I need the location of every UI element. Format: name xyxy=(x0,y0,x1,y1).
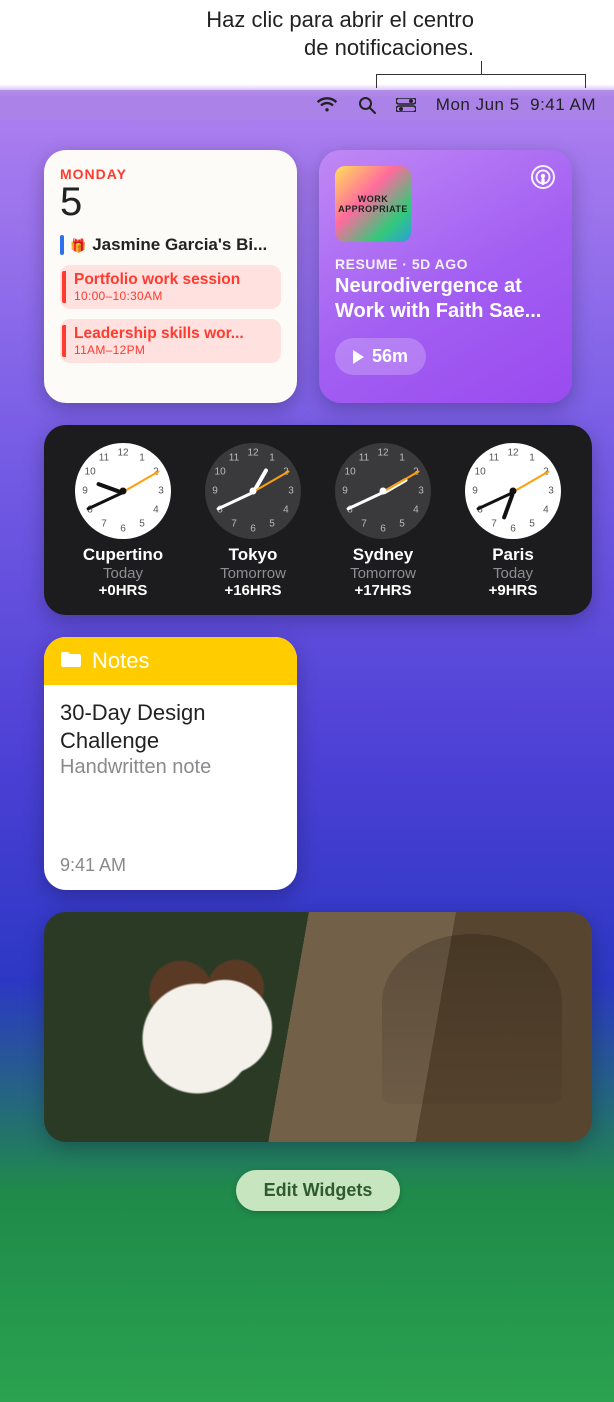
city-name: Cupertino xyxy=(63,545,183,565)
wifi-icon[interactable] xyxy=(316,97,338,113)
note-subtitle: Handwritten note xyxy=(60,756,281,779)
calendar-day-number: 5 xyxy=(60,180,281,225)
menubar-date: Mon Jun 5 xyxy=(436,95,520,114)
clock-face: 121234567891011 xyxy=(335,443,431,539)
annotation-line1: Haz clic para abrir el centro xyxy=(0,6,474,34)
city-day: Today xyxy=(63,565,183,582)
city-offset: +17HRS xyxy=(323,582,443,599)
folder-icon xyxy=(60,648,82,674)
world-clock-city: 121234567891011 SydneyTomorrow+17HRS xyxy=(323,443,443,599)
note-timestamp: 9:41 AM xyxy=(60,855,281,876)
world-clock-city: 121234567891011 CupertinoToday+0HRS xyxy=(63,443,183,599)
edit-widgets-label: Edit Widgets xyxy=(264,1180,373,1200)
city-name: Tokyo xyxy=(193,545,313,565)
notification-center-widgets: MONDAY 5 🎁 Jasmine Garcia's Bi... Portfo… xyxy=(44,150,592,1211)
world-clock-city: 121234567891011 ParisToday+9HRS xyxy=(453,443,573,599)
menu-bar: Mon Jun 5 9:41 AM xyxy=(0,90,614,120)
note-title: 30-Day Design Challenge xyxy=(60,699,281,754)
calendar-event-title: Leadership skills wor... xyxy=(74,325,244,343)
world-clock-widget[interactable]: 121234567891011CupertinoToday+0HRS121234… xyxy=(44,425,592,615)
city-day: Tomorrow xyxy=(323,565,443,582)
annotation-line2: de notificaciones. xyxy=(0,34,474,62)
notes-header: Notes xyxy=(44,637,297,685)
podcast-episode-title: Neurodivergence at Work with Faith Sae..… xyxy=(335,274,556,324)
menubar-time: 9:41 AM xyxy=(530,95,596,114)
podcast-play-button[interactable]: 56m xyxy=(335,338,426,375)
city-offset: +16HRS xyxy=(193,582,313,599)
notes-widget[interactable]: Notes 30-Day Design Challenge Handwritte… xyxy=(44,637,297,890)
calendar-event-time: 10:00–10:30AM xyxy=(74,289,240,303)
podcast-artwork-label: WORK APPROPRIATE xyxy=(335,194,411,214)
clock-face: 121234567891011 xyxy=(205,443,301,539)
podcast-widget[interactable]: WORK APPROPRIATE RESUME · 5D AGO Neurodi… xyxy=(319,150,572,403)
annotation-callout: Haz clic para abrir el centro de notific… xyxy=(0,6,614,61)
birthday-icon: 🎁 xyxy=(70,239,86,252)
edit-widgets-button[interactable]: Edit Widgets xyxy=(236,1170,401,1211)
clock-face: 121234567891011 xyxy=(465,443,561,539)
podcast-duration: 56m xyxy=(372,346,408,367)
podcast-artwork: WORK APPROPRIATE xyxy=(335,166,411,242)
calendar-widget[interactable]: MONDAY 5 🎁 Jasmine Garcia's Bi... Portfo… xyxy=(44,150,297,403)
world-clock-city: 121234567891011 TokyoTomorrow+16HRS xyxy=(193,443,313,599)
calendar-event-title: Portfolio work session xyxy=(74,271,240,289)
podcasts-app-icon xyxy=(530,164,556,195)
menubar-clock[interactable]: Mon Jun 5 9:41 AM xyxy=(436,95,596,115)
calendar-event-time: 11AM–12PM xyxy=(74,343,244,357)
spotlight-icon[interactable] xyxy=(358,96,376,114)
calendar-all-day-event: 🎁 Jasmine Garcia's Bi... xyxy=(60,235,281,255)
podcast-status: RESUME · 5D AGO xyxy=(335,256,556,272)
annotation-bracket xyxy=(376,74,586,88)
calendar-event: Portfolio work session 10:00–10:30AM xyxy=(60,265,281,309)
photos-widget[interactable] xyxy=(44,912,592,1142)
city-name: Paris xyxy=(453,545,573,565)
control-center-icon[interactable] xyxy=(396,98,416,112)
calendar-all-day-title: Jasmine Garcia's Bi... xyxy=(92,235,267,255)
city-offset: +0HRS xyxy=(63,582,183,599)
clock-face: 121234567891011 xyxy=(75,443,171,539)
notes-header-label: Notes xyxy=(92,648,149,674)
city-day: Tomorrow xyxy=(193,565,313,582)
city-offset: +9HRS xyxy=(453,582,573,599)
calendar-event: Leadership skills wor... 11AM–12PM xyxy=(60,319,281,363)
city-name: Sydney xyxy=(323,545,443,565)
city-day: Today xyxy=(453,565,573,582)
play-icon xyxy=(353,350,364,364)
